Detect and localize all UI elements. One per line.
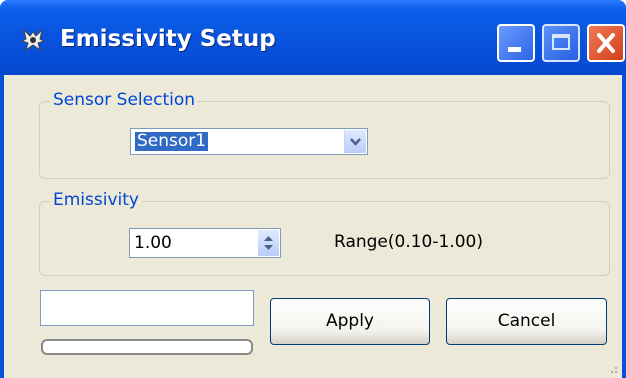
sensor-select-value: Sensor1 xyxy=(135,131,209,151)
emissivity-legend: Emissivity xyxy=(50,190,142,210)
emissivity-group: Emissivity xyxy=(39,190,610,276)
emissivity-range-label: Range(0.10-1.00) xyxy=(334,232,483,252)
status-field xyxy=(40,290,254,326)
maximize-icon xyxy=(552,34,570,50)
emissivity-spinner[interactable]: 1.00 xyxy=(129,228,281,258)
app-emblem-icon xyxy=(20,28,46,52)
resize-grip-icon[interactable] xyxy=(606,362,618,374)
emissivity-setup-window: Emissivity Setup Sensor Selection Sensor… xyxy=(0,0,626,378)
title-bar[interactable]: Emissivity Setup xyxy=(0,0,626,75)
emissivity-value: 1.00 xyxy=(134,233,172,253)
maximize-button[interactable] xyxy=(542,24,580,62)
apply-button[interactable]: Apply xyxy=(270,298,430,345)
spinner-buttons[interactable] xyxy=(258,230,279,256)
dialog-body: Sensor Selection Sensor1 Emissivity 1.00… xyxy=(4,75,622,378)
up-down-arrows-icon xyxy=(264,236,273,250)
window-title: Emissivity Setup xyxy=(60,26,276,52)
cancel-button[interactable]: Cancel xyxy=(446,298,607,345)
chevron-down-icon xyxy=(350,138,361,146)
sensor-select[interactable]: Sensor1 xyxy=(130,128,368,155)
progress-bar xyxy=(41,339,253,355)
close-button[interactable] xyxy=(587,24,625,62)
close-icon xyxy=(597,33,615,53)
dropdown-button[interactable] xyxy=(344,130,366,153)
sensor-selection-legend: Sensor Selection xyxy=(50,90,199,110)
minimize-icon xyxy=(508,47,521,52)
minimize-button[interactable] xyxy=(497,24,535,62)
